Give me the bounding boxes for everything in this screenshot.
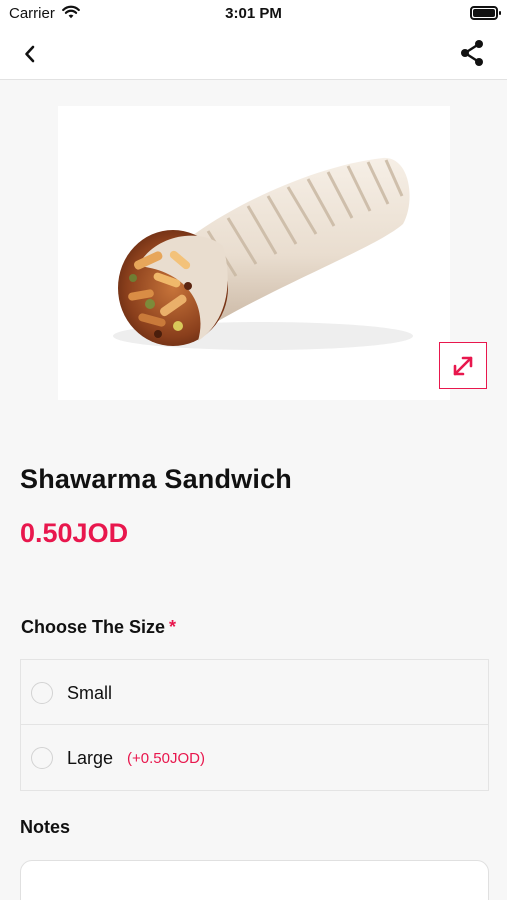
share-icon [461,40,483,66]
radio-button[interactable] [31,747,53,769]
size-option-small[interactable]: Small [20,659,489,725]
expand-image-button[interactable] [439,342,487,389]
status-time: 3:01 PM [225,5,282,22]
battery-icon [470,6,501,20]
size-option-label: Large [67,748,114,768]
chevron-left-icon [25,45,35,63]
back-button[interactable] [14,38,46,70]
shawarma-sandwich-image [113,157,413,350]
size-option-label: Small [67,683,113,703]
share-button[interactable] [456,37,488,69]
size-section-label: Choose The Size [21,617,166,637]
product-price: 0.50JOD [20,518,129,548]
radio-button[interactable] [31,682,53,704]
size-section-title: Choose The Size * [21,617,176,638]
notes-input[interactable] [20,860,489,900]
size-option-extra-price: (+0.50JOD) [127,750,205,767]
product-image [58,106,450,400]
notes-title: Notes [20,817,71,837]
required-asterisk: * [169,617,177,637]
status-bar: Carrier 3:01 PM [0,0,507,28]
product-name: Shawarma Sandwich [20,464,292,494]
nav-bar [0,28,507,80]
size-option-large[interactable]: Large (+0.50JOD) [20,725,489,791]
expand-icon [453,356,473,375]
